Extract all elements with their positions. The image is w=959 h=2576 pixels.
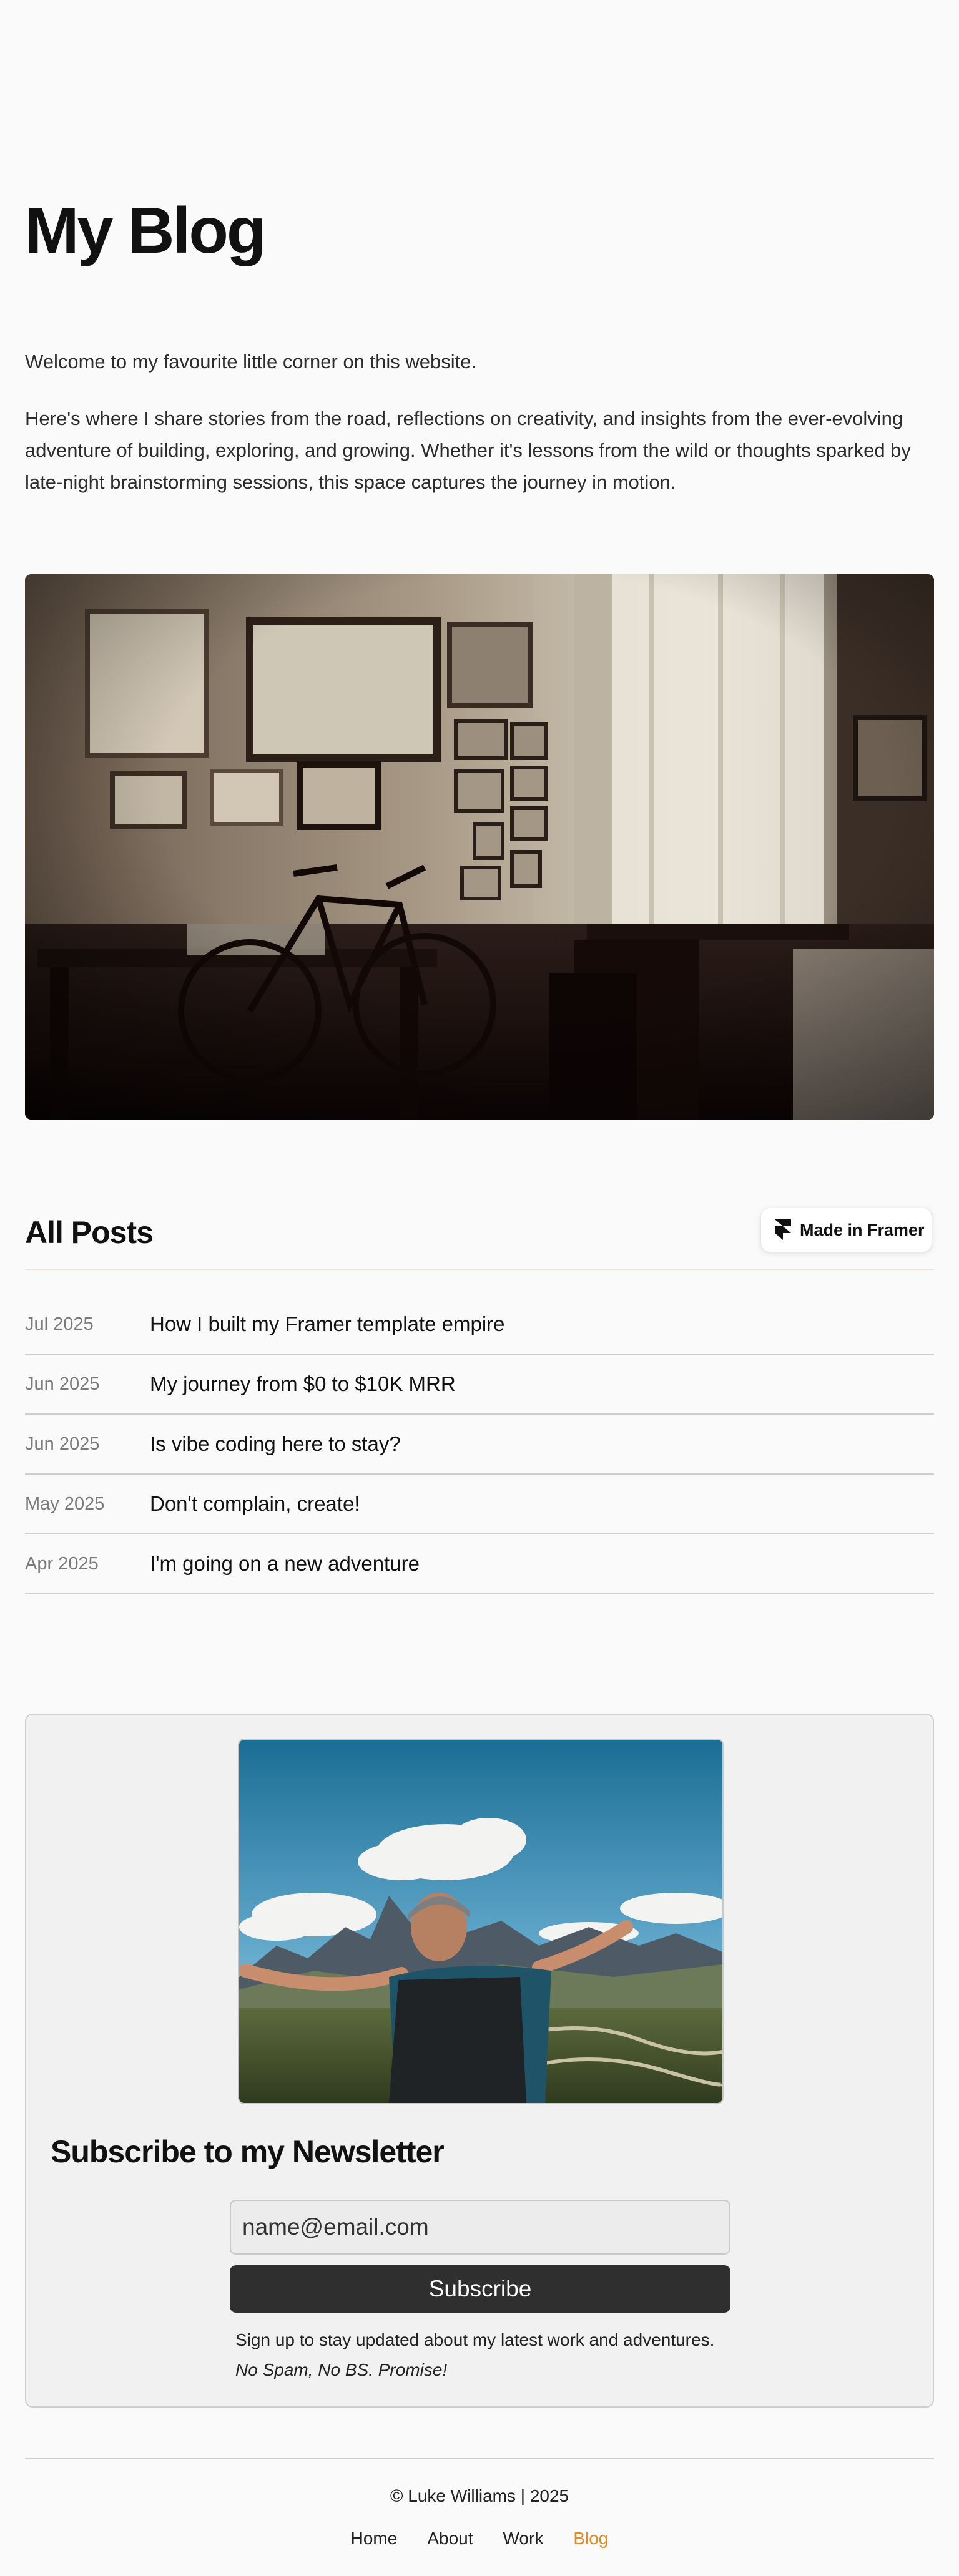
page-title: My Blog	[25, 195, 266, 267]
list-item[interactable]: Jul 2025 How I built my Framer template …	[25, 1295, 934, 1355]
post-date: May 2025	[25, 1493, 105, 1514]
posts-divider	[25, 1269, 934, 1270]
list-item[interactable]: Jun 2025 Is vibe coding here to stay?	[25, 1415, 934, 1475]
post-date: Jul 2025	[25, 1314, 94, 1334]
newsletter-mountain-photo	[238, 1739, 724, 2104]
hero-room-photo	[25, 574, 934, 1120]
list-item[interactable]: Jun 2025 My journey from $0 to $10K MRR	[25, 1355, 934, 1415]
footer-divider	[25, 2458, 934, 2459]
framer-logo-icon	[775, 1219, 791, 1241]
post-title-link[interactable]: Don't complain, create!	[150, 1492, 360, 1516]
intro-paragraph: Welcome to my favourite little corner on…	[25, 351, 477, 373]
footer-link-work[interactable]: Work	[503, 2529, 544, 2549]
badge-label: Made in Framer	[800, 1220, 925, 1239]
list-item[interactable]: May 2025 Don't complain, create!	[25, 1475, 934, 1534]
post-title-link[interactable]: My journey from $0 to $10K MRR	[150, 1372, 456, 1396]
footer-nav: Home About Work Blog	[0, 2529, 959, 2549]
footer-copyright: © Luke Williams | 2025	[390, 2486, 569, 2505]
post-title-link[interactable]: I'm going on a new adventure	[150, 1552, 420, 1576]
footer-link-about[interactable]: About	[427, 2529, 473, 2549]
email-field[interactable]	[230, 2200, 730, 2255]
newsletter-heading: Subscribe to my Newsletter	[51, 2134, 445, 2169]
footer-link-home[interactable]: Home	[351, 2529, 398, 2549]
intro-paragraph-body: Here's where I share stories from the ro…	[25, 407, 911, 493]
post-title-link[interactable]: Is vibe coding here to stay?	[150, 1432, 401, 1456]
newsletter-promise: No Spam, No BS. Promise!	[235, 2360, 448, 2379]
subscribe-button[interactable]: Subscribe	[230, 2265, 730, 2313]
post-date: Apr 2025	[25, 1553, 99, 1574]
made-in-framer-badge[interactable]: Made in Framer	[761, 1208, 932, 1252]
post-list: Jul 2025 How I built my Framer template …	[25, 1295, 934, 1594]
footer-link-blog[interactable]: Blog	[573, 2529, 608, 2549]
post-date: Jun 2025	[25, 1433, 100, 1454]
list-item[interactable]: Apr 2025 I'm going on a new adventure	[25, 1534, 934, 1594]
newsletter-note: Sign up to stay updated about my latest …	[235, 2330, 715, 2349]
post-title-link[interactable]: How I built my Framer template empire	[150, 1312, 505, 1336]
newsletter-card: Subscribe to my Newsletter Subscribe Sig…	[25, 1714, 934, 2408]
post-date: Jun 2025	[25, 1373, 100, 1394]
